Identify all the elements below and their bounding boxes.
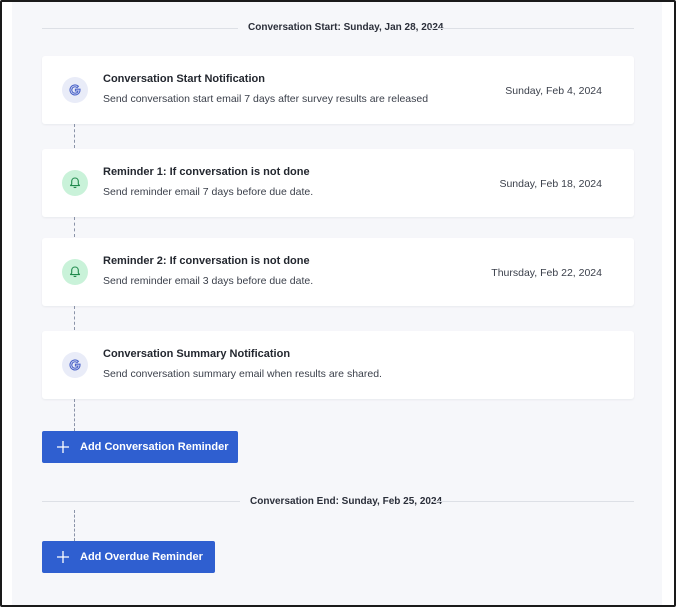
bell-icon xyxy=(62,170,88,196)
start-divider-left xyxy=(42,28,238,29)
g-icon xyxy=(62,77,88,103)
card-date: Thursday, Feb 22, 2024 xyxy=(491,267,602,279)
card-description: Send conversation start email 7 days aft… xyxy=(103,93,429,105)
add-conversation-reminder-button[interactable]: Add Conversation Reminder xyxy=(42,431,238,463)
button-label: Add Overdue Reminder xyxy=(80,551,203,563)
card-description: Send reminder email 7 days before due da… xyxy=(103,186,314,198)
timeline-panel: Conversation Start: Sunday, Jan 28, 2024… xyxy=(12,2,662,605)
conversation-end-label: Conversation End: Sunday, Feb 25, 2024 xyxy=(250,496,443,507)
card-date: Sunday, Feb 18, 2024 xyxy=(499,178,602,190)
timeline-connector xyxy=(74,399,75,431)
g-icon xyxy=(62,352,88,378)
card-title: Conversation Summary Notification xyxy=(103,348,291,360)
bell-icon xyxy=(62,259,88,285)
card-title: Reminder 2: If conversation is not done xyxy=(103,255,310,267)
start-divider-right xyxy=(430,28,634,29)
button-label: Add Conversation Reminder xyxy=(80,441,229,453)
timeline-connector xyxy=(74,124,75,148)
plus-icon xyxy=(56,550,70,564)
timeline-connector xyxy=(74,306,75,330)
card-conversation-summary[interactable]: Conversation Summary Notification Send c… xyxy=(42,331,634,399)
card-date: Sunday, Feb 4, 2024 xyxy=(505,85,602,97)
plus-icon xyxy=(56,440,70,454)
card-description: Send conversation summary email when res… xyxy=(103,368,382,380)
add-overdue-reminder-button[interactable]: Add Overdue Reminder xyxy=(42,541,215,573)
card-reminder-2[interactable]: Reminder 2: If conversation is not done … xyxy=(42,238,634,306)
card-title: Reminder 1: If conversation is not done xyxy=(103,166,310,178)
card-description: Send reminder email 3 days before due da… xyxy=(103,275,314,287)
card-title: Conversation Start Notification xyxy=(103,73,265,85)
conversation-start-label: Conversation Start: Sunday, Jan 28, 2024 xyxy=(248,22,444,33)
window-frame: Conversation Start: Sunday, Jan 28, 2024… xyxy=(0,0,676,607)
end-divider-left xyxy=(42,501,240,502)
card-reminder-1[interactable]: Reminder 1: If conversation is not done … xyxy=(42,149,634,217)
end-divider-right xyxy=(432,501,634,502)
timeline-connector xyxy=(74,510,75,541)
card-conversation-start[interactable]: Conversation Start Notification Send con… xyxy=(42,56,634,124)
timeline-connector xyxy=(74,217,75,237)
